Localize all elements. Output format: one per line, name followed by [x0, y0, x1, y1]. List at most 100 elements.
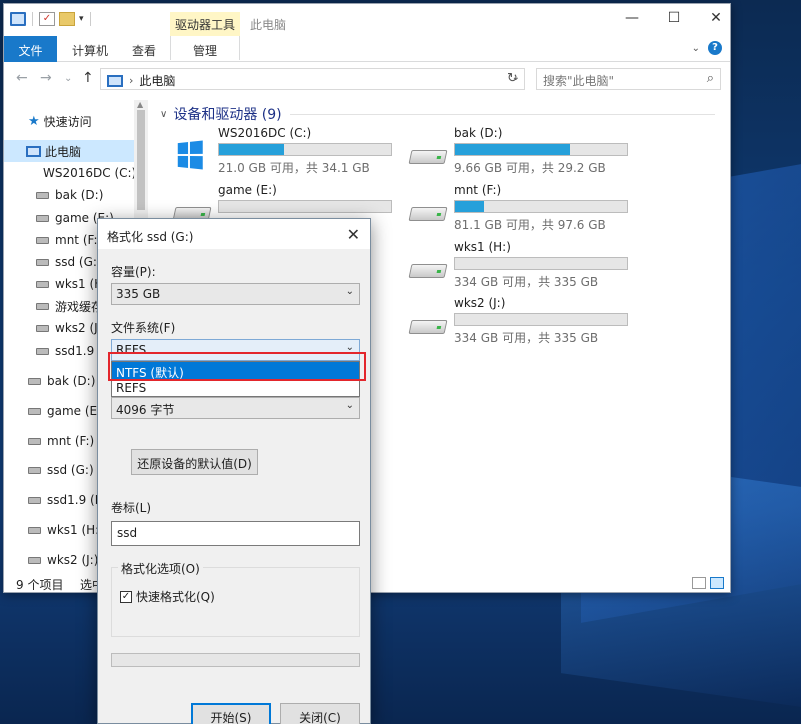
- drive-name: bak (D:): [454, 126, 503, 140]
- drive-space-info: 21.0 GB 可用，共 34.1 GB: [218, 161, 370, 175]
- nav-drive-d[interactable]: bak (D:): [4, 184, 134, 206]
- drive-name: mnt (F:): [454, 183, 502, 197]
- drive-tile-c[interactable]: WS2016DC (C:) 21.0 GB 可用，共 34.1 GB: [172, 126, 404, 182]
- drive-space-info: 81.1 GB 可用，共 97.6 GB: [454, 218, 606, 232]
- nav-label: ssd (G:): [47, 463, 94, 477]
- restore-defaults-button[interactable]: 还原设备的默认值(D): [131, 449, 258, 475]
- ribbon-right-controls: ⌄ ?: [692, 41, 722, 55]
- nav-label: 游戏缓存: [55, 299, 104, 314]
- close-button[interactable]: 关闭(C): [280, 703, 360, 724]
- devices-group-header[interactable]: ∨ 设备和驱动器 (9): [160, 104, 282, 124]
- filesystem-label: 文件系统(F): [111, 321, 176, 335]
- tab-view[interactable]: 查看: [122, 39, 166, 60]
- tab-file[interactable]: 文件: [4, 36, 57, 62]
- hard-drive-icon: [28, 437, 41, 445]
- search-placeholder: 搜索"此电脑": [543, 74, 615, 88]
- capacity-select[interactable]: 335 GB ⌄: [111, 283, 360, 305]
- address-bar[interactable]: › 此电脑 ⌄: [100, 68, 525, 90]
- minimize-icon[interactable]: —: [622, 10, 642, 26]
- drive-tile-j[interactable]: wks2 (J:) 334 GB 可用，共 335 GB: [408, 296, 640, 352]
- allocation-value: 4096 字节: [116, 403, 175, 417]
- nav-label: mnt (F:): [55, 233, 103, 247]
- option-refs[interactable]: REFS: [112, 379, 359, 396]
- close-icon[interactable]: ✕: [706, 10, 726, 26]
- computer-icon: [10, 12, 26, 26]
- drive-usage-fill: [455, 201, 485, 212]
- details-view-icon[interactable]: [692, 577, 706, 589]
- help-icon[interactable]: ?: [708, 41, 722, 55]
- scroll-up-icon[interactable]: ▲: [137, 100, 143, 109]
- drive-tile-d[interactable]: bak (D:) 9.66 GB 可用，共 29.2 GB: [408, 126, 640, 182]
- hard-drive-icon: [36, 302, 49, 310]
- dialog-title-bar: 格式化 ssd (G:) ✕: [98, 219, 370, 249]
- windows-drive-icon: [172, 140, 212, 170]
- hard-drive-icon: [28, 466, 41, 474]
- nav-label: ssd1.9: [55, 344, 95, 358]
- capacity-label: 容量(P):: [111, 265, 156, 279]
- hard-drive-icon: [36, 324, 49, 332]
- drive-usage-bar: [218, 143, 392, 156]
- tab-computer[interactable]: 计算机: [62, 39, 118, 60]
- quick-access-toolbar: ✓ ▾: [10, 12, 93, 26]
- item-count: 9 个项目: [16, 578, 64, 592]
- drive-usage-bar: [454, 257, 628, 270]
- up-arrow-icon[interactable]: ↑: [82, 70, 94, 86]
- group-title: 设备和驱动器 (9): [173, 107, 282, 123]
- quick-format-checkbox[interactable]: ✓ 快速格式化(Q): [120, 588, 215, 605]
- allocation-unit-select[interactable]: 4096 字节 ⌄: [111, 397, 360, 419]
- collapse-chevron-icon[interactable]: ∨: [160, 109, 167, 120]
- new-folder-icon[interactable]: [59, 12, 75, 26]
- capacity-value: 335 GB: [116, 287, 161, 301]
- expand-ribbon-icon[interactable]: ⌄: [692, 43, 700, 54]
- breadcrumb-this-pc[interactable]: 此电脑: [139, 72, 175, 89]
- forward-arrow-icon[interactable]: →: [40, 70, 52, 86]
- drive-tile-h[interactable]: wks1 (H:) 334 GB 可用，共 335 GB: [408, 240, 640, 296]
- windows-drive-icon: [36, 167, 37, 179]
- chevron-down-icon: ⌄: [345, 286, 354, 297]
- drive-name: game (E:): [218, 183, 277, 197]
- hard-drive-icon: [408, 254, 448, 284]
- search-icon[interactable]: ⌕: [707, 71, 714, 86]
- drive-usage-fill: [219, 144, 285, 155]
- nav-drive-c[interactable]: WS2016DC (C:): [4, 162, 134, 184]
- drive-name: wks1 (H:): [454, 240, 511, 254]
- computer-icon: [26, 145, 41, 157]
- nav-label: mnt (F:): [47, 434, 95, 448]
- drive-tile-f[interactable]: mnt (F:) 81.1 GB 可用，共 97.6 GB: [408, 183, 640, 239]
- hard-drive-icon: [28, 556, 41, 564]
- maximize-icon[interactable]: ☐: [664, 10, 684, 26]
- hard-drive-icon: [28, 407, 41, 415]
- format-progress-bar: [111, 653, 360, 667]
- refresh-icon[interactable]: ↻: [507, 71, 518, 86]
- back-arrow-icon[interactable]: ←: [16, 70, 28, 86]
- drive-name: WS2016DC (C:): [218, 126, 312, 140]
- checkbox-checked-icon[interactable]: ✓: [120, 590, 132, 603]
- tab-manage[interactable]: 管理: [170, 36, 240, 60]
- search-input[interactable]: 搜索"此电脑" ⌕: [536, 68, 721, 90]
- ribbon-tabs: 文件 计算机 查看 管理 ⌄ ?: [4, 36, 730, 62]
- computer-icon: [107, 74, 123, 87]
- window-title: 此电脑: [250, 18, 287, 32]
- format-options-title: 格式化选项(O): [118, 560, 203, 577]
- nav-this-pc[interactable]: 此电脑: [4, 140, 134, 162]
- toolbar-separator: [32, 12, 33, 26]
- nav-label: 此电脑: [45, 144, 82, 159]
- recent-locations-icon[interactable]: ⌄: [64, 73, 72, 84]
- nav-quick-access[interactable]: ★ 快速访问: [4, 110, 134, 132]
- scrollbar-thumb[interactable]: [137, 110, 145, 210]
- nav-label: wks1 (H:): [47, 523, 104, 537]
- breadcrumb-chevron-icon[interactable]: ›: [129, 74, 133, 87]
- star-icon: ★: [28, 113, 40, 129]
- large-icons-view-icon[interactable]: [710, 577, 724, 589]
- hard-drive-icon: [36, 258, 49, 266]
- properties-icon[interactable]: ✓: [39, 12, 55, 26]
- hard-drive-icon: [28, 526, 41, 534]
- close-icon[interactable]: ✕: [347, 225, 360, 244]
- hard-drive-icon: [408, 310, 448, 340]
- group-divider: [290, 114, 715, 115]
- chevron-down-icon: ⌄: [345, 400, 354, 411]
- title-bar: ✓ ▾ 驱动器工具 此电脑 — ☐ ✕: [4, 4, 730, 36]
- start-button[interactable]: 开始(S): [191, 703, 271, 724]
- volume-label-input[interactable]: ssd: [111, 521, 360, 546]
- customize-toolbar-icon[interactable]: ▾: [79, 14, 84, 24]
